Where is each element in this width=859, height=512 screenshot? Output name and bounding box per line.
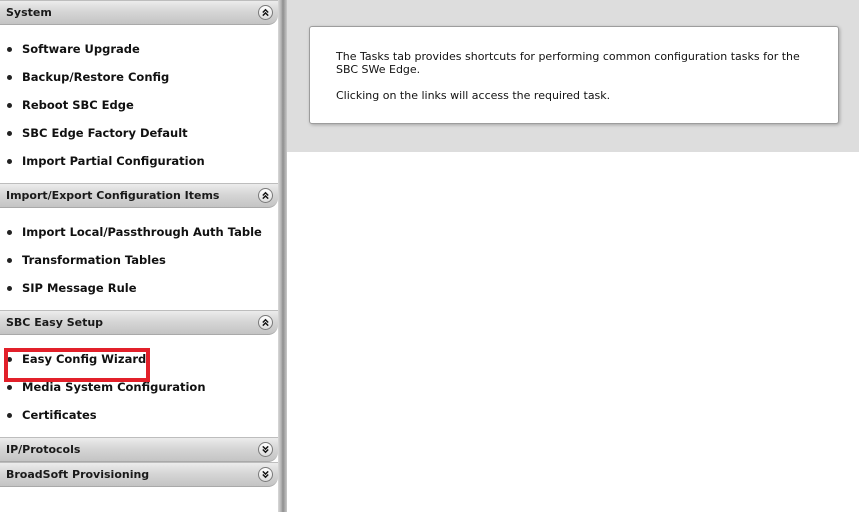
bullet-icon	[7, 103, 12, 108]
double-chevron-up-icon[interactable]	[258, 188, 273, 203]
bullet-icon	[7, 258, 12, 263]
task-link-label: Import Local/Passthrough Auth Table	[22, 225, 262, 239]
double-chevron-down-icon[interactable]	[258, 442, 273, 457]
section-items-sbc-easy-setup: Easy Config Wizard Media System Configur…	[0, 335, 278, 437]
task-link-label: Media System Configuration	[22, 380, 206, 394]
task-link-label: Certificates	[22, 408, 97, 422]
section-title-system: System	[6, 6, 52, 19]
section-title-import-export: Import/Export Configuration Items	[6, 189, 220, 202]
task-link-import-partial-configuration[interactable]: Import Partial Configuration	[0, 147, 278, 175]
tasks-page: System Software Upgrade Backup/Restore C…	[0, 0, 859, 512]
task-link-sip-message-rule[interactable]: SIP Message Rule	[0, 274, 278, 302]
section-header-ip-protocols[interactable]: IP/Protocols	[0, 437, 278, 462]
section-header-broadsoft-provisioning[interactable]: BroadSoft Provisioning	[0, 462, 278, 487]
task-link-label: Reboot SBC Edge	[22, 98, 134, 112]
bullet-icon	[7, 230, 12, 235]
task-link-label: Import Partial Configuration	[22, 154, 205, 168]
task-sidebar: System Software Upgrade Backup/Restore C…	[0, 0, 278, 512]
task-link-easy-config-wizard[interactable]: Easy Config Wizard	[0, 345, 278, 373]
task-link-label: Easy Config Wizard	[22, 352, 147, 366]
section-items-system: Software Upgrade Backup/Restore Config R…	[0, 25, 278, 183]
double-chevron-down-icon[interactable]	[258, 467, 273, 482]
info-box: The Tasks tab provides shortcuts for per…	[309, 26, 839, 124]
task-link-label: Backup/Restore Config	[22, 70, 170, 84]
task-link-backup-restore-config[interactable]: Backup/Restore Config	[0, 63, 278, 91]
main-content: The Tasks tab provides shortcuts for per…	[287, 0, 859, 512]
task-link-media-system-configuration[interactable]: Media System Configuration	[0, 373, 278, 401]
task-link-label: Software Upgrade	[22, 42, 140, 56]
bullet-icon	[7, 159, 12, 164]
task-link-transformation-tables[interactable]: Transformation Tables	[0, 246, 278, 274]
double-chevron-up-icon[interactable]	[258, 5, 273, 20]
task-link-certificates[interactable]: Certificates	[0, 401, 278, 429]
section-title-ip-protocols: IP/Protocols	[6, 443, 81, 456]
main-header-area: The Tasks tab provides shortcuts for per…	[287, 0, 859, 152]
pane-splitter[interactable]	[278, 0, 287, 512]
bullet-icon	[7, 131, 12, 136]
section-items-import-export: Import Local/Passthrough Auth Table Tran…	[0, 208, 278, 310]
double-chevron-up-icon[interactable]	[258, 315, 273, 330]
bullet-icon	[7, 75, 12, 80]
task-link-label: Transformation Tables	[22, 253, 166, 267]
bullet-icon	[7, 385, 12, 390]
bullet-icon	[7, 47, 12, 52]
task-link-reboot-sbc-edge[interactable]: Reboot SBC Edge	[0, 91, 278, 119]
section-header-import-export[interactable]: Import/Export Configuration Items	[0, 183, 278, 208]
section-title-sbc-easy-setup: SBC Easy Setup	[6, 316, 104, 329]
section-title-broadsoft-provisioning: BroadSoft Provisioning	[6, 468, 150, 481]
task-link-label: SBC Edge Factory Default	[22, 126, 188, 140]
section-header-system[interactable]: System	[0, 0, 278, 25]
bullet-icon	[7, 357, 12, 362]
bullet-icon	[7, 286, 12, 291]
info-text-instructions: Clicking on the links will access the re…	[336, 89, 611, 102]
info-text-description: The Tasks tab provides shortcuts for per…	[336, 50, 800, 76]
task-link-label: SIP Message Rule	[22, 281, 137, 295]
task-link-import-auth-table[interactable]: Import Local/Passthrough Auth Table	[0, 218, 278, 246]
bullet-icon	[7, 413, 12, 418]
section-header-sbc-easy-setup[interactable]: SBC Easy Setup	[0, 310, 278, 335]
task-link-software-upgrade[interactable]: Software Upgrade	[0, 35, 278, 63]
task-link-factory-default[interactable]: SBC Edge Factory Default	[0, 119, 278, 147]
